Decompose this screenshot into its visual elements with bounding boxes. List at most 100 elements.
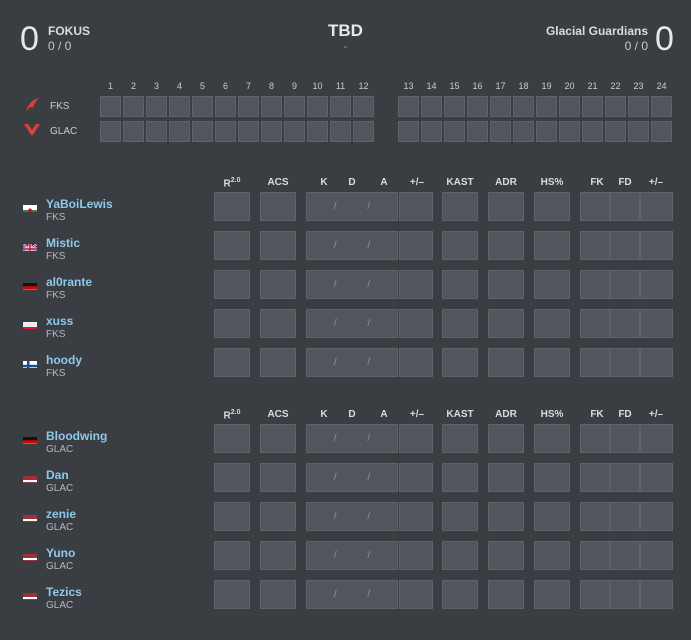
stat-header-acs[interactable]: ACS	[253, 409, 303, 420]
team2-player-name[interactable]: Tezics	[46, 585, 82, 599]
rating-cell	[214, 502, 250, 531]
kast-cell	[442, 192, 478, 221]
germany-flag-icon	[23, 280, 37, 290]
round-number: 6	[222, 81, 228, 91]
acs-cell	[260, 192, 296, 221]
stat-header-pm2[interactable]: +/–	[631, 409, 681, 420]
team2-player-team: GLAC	[46, 483, 74, 494]
team2-player-name[interactable]: Bloodwing	[46, 429, 107, 443]
team2-player-name[interactable]: zenie	[46, 507, 76, 521]
fkfd-diff-cell	[640, 580, 673, 609]
round-number: 18	[518, 81, 529, 91]
fkfd-diff-cell	[640, 463, 673, 492]
fd-cell	[610, 580, 640, 609]
rating-cell	[214, 424, 250, 453]
team1-player-name[interactable]: YaBoiLewis	[46, 197, 113, 211]
round-cell-team2	[353, 121, 374, 142]
kast-cell	[442, 541, 478, 570]
stat-header-kast[interactable]: KAST	[435, 409, 485, 420]
team1-player-team: FKS	[46, 368, 66, 379]
uk-flag-icon	[23, 241, 37, 251]
stat-header-pm2[interactable]: +/–	[631, 177, 681, 188]
hs-cell	[534, 231, 570, 260]
latvia-flag-icon	[23, 473, 37, 483]
team1-player-name[interactable]: Mistic	[46, 236, 80, 250]
stat-header-hs[interactable]: HS%	[527, 177, 577, 188]
round-cell-team2	[513, 121, 534, 142]
fk-cell	[580, 270, 610, 299]
hs-cell	[534, 502, 570, 531]
rating-label: R	[223, 178, 231, 190]
stat-header-acs[interactable]: ACS	[253, 177, 303, 188]
team2-player-name[interactable]: Yuno	[46, 546, 75, 560]
team1-player-team: FKS	[46, 290, 66, 301]
round-number: 5	[199, 81, 205, 91]
hs-cell	[534, 348, 570, 377]
round-cell-team1	[559, 96, 580, 117]
round-cell-team2	[467, 121, 488, 142]
adr-cell	[488, 424, 524, 453]
stat-header-adr[interactable]: ADR	[481, 409, 531, 420]
round-number: 21	[587, 81, 598, 91]
team2-name[interactable]: Glacial Guardians	[546, 24, 648, 38]
team2-player-team: GLAC	[46, 444, 74, 455]
round-cell-team1	[215, 96, 236, 117]
team1-player-name[interactable]: al0rante	[46, 275, 92, 289]
fd-cell	[610, 541, 640, 570]
glacial-logo-icon	[22, 121, 42, 139]
round-number: 15	[449, 81, 460, 91]
round-cell-team2	[100, 121, 121, 142]
stat-header-hs[interactable]: HS%	[527, 409, 577, 420]
round-number: 4	[176, 81, 182, 91]
stat-header-adr[interactable]: ADR	[481, 177, 531, 188]
hs-cell	[534, 541, 570, 570]
round-cell-team2	[421, 121, 442, 142]
round-number: 19	[541, 81, 552, 91]
round-cell-team1	[444, 96, 465, 117]
fkfd-diff-cell	[640, 502, 673, 531]
team2-player-team: GLAC	[46, 561, 74, 572]
team1-player-name[interactable]: hoody	[46, 353, 82, 367]
round-number: 23	[633, 81, 644, 91]
hs-cell	[534, 309, 570, 338]
round-cell-team1	[421, 96, 442, 117]
kda-cell: / /	[306, 502, 398, 531]
team2-player-team: GLAC	[46, 522, 74, 533]
adr-cell	[488, 270, 524, 299]
kd-diff-cell	[399, 424, 433, 453]
wales-flag-icon	[23, 202, 37, 212]
fk-cell	[580, 192, 610, 221]
stat-header-rating[interactable]: R2.0	[207, 177, 257, 189]
round-cell-team2	[169, 121, 190, 142]
round-cell-team1	[513, 96, 534, 117]
fd-cell	[610, 231, 640, 260]
round-cell-team1	[261, 96, 282, 117]
round-cell-team1	[284, 96, 305, 117]
stat-header-kast[interactable]: KAST	[435, 177, 485, 188]
round-cell-team1	[238, 96, 259, 117]
fk-cell	[580, 502, 610, 531]
kd-diff-cell	[399, 270, 433, 299]
kda-cell: / /	[306, 231, 398, 260]
adr-cell	[488, 463, 524, 492]
fokus-logo-icon	[22, 96, 42, 114]
acs-cell	[260, 231, 296, 260]
poland-flag-icon	[23, 319, 37, 329]
stat-header-rating[interactable]: R2.0	[207, 409, 257, 421]
fd-cell	[610, 424, 640, 453]
rating-cell	[214, 192, 250, 221]
round-cell-team2	[238, 121, 259, 142]
round-cell-team2	[536, 121, 557, 142]
team2-score: 0	[655, 20, 674, 58]
acs-cell	[260, 270, 296, 299]
round-number: 16	[472, 81, 483, 91]
acs-cell	[260, 541, 296, 570]
round-cell-team1	[490, 96, 511, 117]
kd-diff-cell	[399, 580, 433, 609]
round-cell-team1	[169, 96, 190, 117]
team2-player-name[interactable]: Dan	[46, 468, 69, 482]
rating-cell	[214, 580, 250, 609]
kd-diff-cell	[399, 192, 433, 221]
round-number: 8	[268, 81, 274, 91]
team1-player-name[interactable]: xuss	[46, 314, 73, 328]
